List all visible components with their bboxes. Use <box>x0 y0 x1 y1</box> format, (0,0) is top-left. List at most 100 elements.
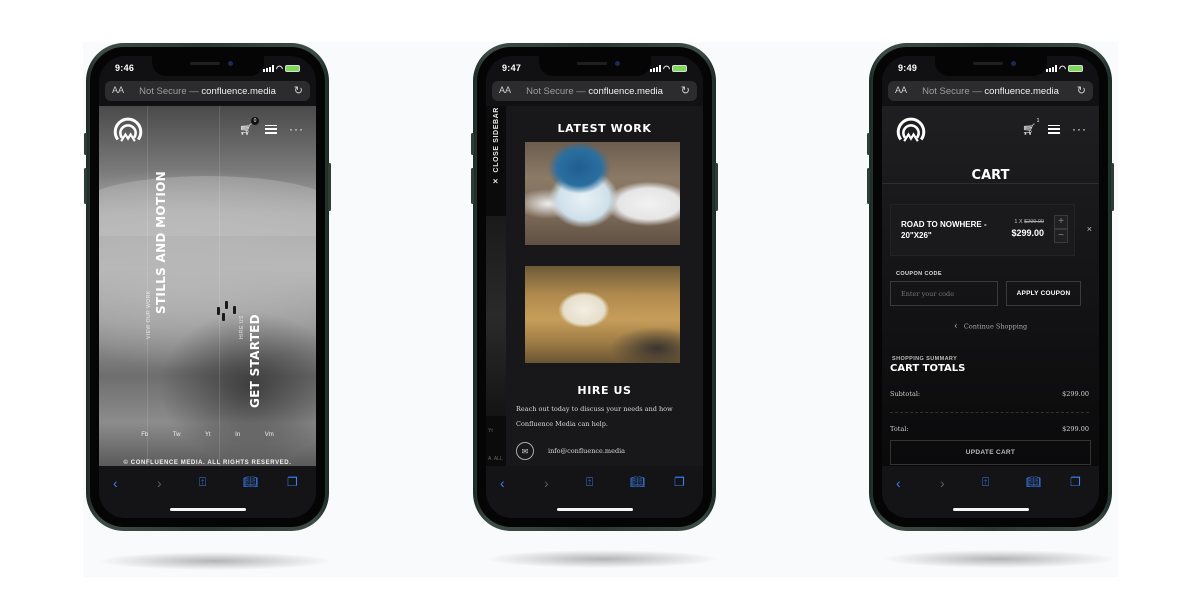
volume-button <box>84 133 87 155</box>
item-quantity-price: 1 X $299.00 <box>1014 219 1044 225</box>
forward-button[interactable]: › <box>157 475 162 491</box>
more-options-icon[interactable]: ··· <box>1072 122 1087 136</box>
coupon-code-label: COUPON CODE <box>896 271 942 277</box>
cart-button[interactable]: 🛒︎ 1 <box>1022 118 1039 136</box>
view-our-work-link[interactable]: VIEW OUR WORK <box>146 290 152 339</box>
reload-icon[interactable]: ↻ <box>681 84 690 97</box>
cart-icon: 🛒︎ <box>1022 123 1036 136</box>
phone-home: 9:46 ◠ AA Not Secure — confluence.media … <box>84 43 331 531</box>
phone-shadow <box>100 552 330 570</box>
reader-settings-button[interactable]: AA <box>895 85 907 95</box>
social-link-vimeo[interactable]: Vm <box>265 432 274 438</box>
bookmarks-icon[interactable]: 📖︎ <box>243 475 258 489</box>
contact-email-row[interactable]: ✉ info@confluence.media <box>516 442 625 460</box>
dune-shape <box>99 176 316 236</box>
back-button[interactable]: ‹ <box>113 475 118 491</box>
back-button[interactable]: ‹ <box>896 475 901 491</box>
update-cart-button[interactable]: UPDATE CART <box>890 440 1091 465</box>
url-field[interactable]: AA Not Secure — confluence.media ↻ <box>888 81 1093 101</box>
signal-icon <box>650 65 662 72</box>
shopping-summary-eyebrow: SHOPPING SUMMARY <box>892 356 958 362</box>
forward-button[interactable]: › <box>940 475 945 491</box>
share-icon[interactable]: ⍐ <box>586 475 593 490</box>
power-button <box>328 163 331 211</box>
url-text: Not Secure — confluence.media <box>526 85 663 97</box>
volume-button <box>867 133 870 155</box>
apply-coupon-button[interactable]: APPLY COUPON <box>1006 281 1081 306</box>
decrease-quantity-button[interactable]: − <box>1054 229 1068 243</box>
battery-icon <box>672 65 687 72</box>
social-link-instagram[interactable]: In <box>235 432 240 438</box>
cart-line-item: ROAD TO NOWHERE - 20"X26" 1 X $299.00 $2… <box>890 204 1075 256</box>
tabs-icon[interactable]: ❐ <box>287 475 298 489</box>
page-title: CART <box>971 168 1010 183</box>
subtotal-value: $299.00 <box>1062 390 1089 398</box>
phone-screen: 9:46 ◠ AA Not Secure — confluence.media … <box>99 56 316 518</box>
coupon-code-input[interactable] <box>890 281 998 306</box>
address-bar: AA Not Secure — confluence.media ↻ <box>486 78 703 106</box>
hamburger-menu-icon[interactable] <box>1048 124 1060 134</box>
signal-icon <box>263 65 275 72</box>
status-time: 9:49 <box>898 63 918 73</box>
item-name[interactable]: ROAD TO NOWHERE - 20"X26" <box>901 219 1001 241</box>
share-icon[interactable]: ⍐ <box>982 475 989 490</box>
social-link-facebook[interactable]: Fb <box>141 432 148 438</box>
close-sidebar-tab[interactable]: ✕ CLOSE SIDEBAR Yt A. ALL <box>486 106 506 466</box>
increase-quantity-button[interactable]: + <box>1054 215 1068 229</box>
wifi-icon: ◠ <box>663 64 670 73</box>
url-field[interactable]: AA Not Secure — confluence.media ↻ <box>105 81 310 101</box>
hire-us-description: Reach out today to discuss your needs an… <box>516 405 673 428</box>
quantity-stepper: + − <box>1054 215 1068 243</box>
more-options-icon[interactable]: ··· <box>289 122 304 136</box>
volume-button <box>867 168 870 204</box>
tabs-icon[interactable]: ❐ <box>1070 475 1081 489</box>
underlying-page-peek <box>486 216 506 416</box>
wifi-icon: ◠ <box>276 64 283 73</box>
reload-icon[interactable]: ↻ <box>294 84 303 97</box>
share-icon[interactable]: ⍐ <box>199 475 206 490</box>
social-link-twitter[interactable]: Tw <box>173 432 181 438</box>
get-started-button[interactable]: GET STARTED <box>248 314 262 408</box>
volume-button <box>84 168 87 204</box>
hire-us-heading: HIRE US <box>577 384 632 397</box>
notch <box>151 56 264 76</box>
back-button[interactable]: ‹ <box>500 475 505 491</box>
forward-button[interactable]: › <box>544 475 549 491</box>
phone-sidebar: 9:47 ◠ AA Not Secure — confluence.media … <box>471 43 718 531</box>
tabs-icon[interactable]: ❐ <box>674 475 685 489</box>
battery-icon <box>285 65 300 72</box>
remove-item-button[interactable]: × <box>1087 224 1092 234</box>
cart-page: 🛒︎ 1 ··· CART ROAD TO NOWHERE - 20"X26" 1… <box>882 106 1099 466</box>
total-value: $299.00 <box>1062 425 1089 433</box>
home-indicator <box>952 508 1029 511</box>
hamburger-menu-icon[interactable] <box>265 124 277 134</box>
contact-email[interactable]: info@confluence.media <box>548 447 625 455</box>
subtotal-label: Subtotal: <box>890 390 921 398</box>
volume-button <box>471 133 474 155</box>
confluence-logo[interactable] <box>894 114 928 148</box>
item-line-total: $299.00 <box>1011 228 1044 238</box>
header-icons: 🛒︎ 0 ··· <box>239 116 304 136</box>
gallery-image-dog[interactable] <box>525 266 680 363</box>
hire-us-link[interactable]: HIRE US <box>239 315 245 339</box>
social-link-youtube[interactable]: Yt <box>205 432 211 438</box>
url-field[interactable]: AA Not Secure — confluence.media ↻ <box>492 81 697 101</box>
confluence-logo[interactable] <box>111 114 145 148</box>
reload-icon[interactable]: ↻ <box>1077 84 1086 97</box>
logo-mark-icon <box>113 117 143 142</box>
reader-settings-button[interactable]: AA <box>499 85 511 95</box>
bookmarks-icon[interactable]: 📖︎ <box>630 475 645 489</box>
phone-shadow <box>884 550 1114 568</box>
phone-shadow <box>487 550 717 568</box>
bookmarks-icon[interactable]: 📖︎ <box>1026 475 1041 489</box>
gallery-image-lake[interactable] <box>525 142 680 245</box>
divider <box>890 412 1089 413</box>
close-sidebar-button[interactable]: ✕ CLOSE SIDEBAR <box>492 107 500 184</box>
notch <box>934 56 1047 76</box>
volume-button <box>471 168 474 204</box>
status-indicators: ◠ <box>1046 64 1083 73</box>
cart-button[interactable]: 🛒︎ 0 <box>239 116 259 136</box>
reader-settings-button[interactable]: AA <box>112 85 124 95</box>
continue-shopping-link[interactable]: ‹ Continue Shopping <box>882 321 1099 332</box>
phone-screen: 9:49 ◠ AA Not Secure — confluence.media … <box>882 56 1099 518</box>
